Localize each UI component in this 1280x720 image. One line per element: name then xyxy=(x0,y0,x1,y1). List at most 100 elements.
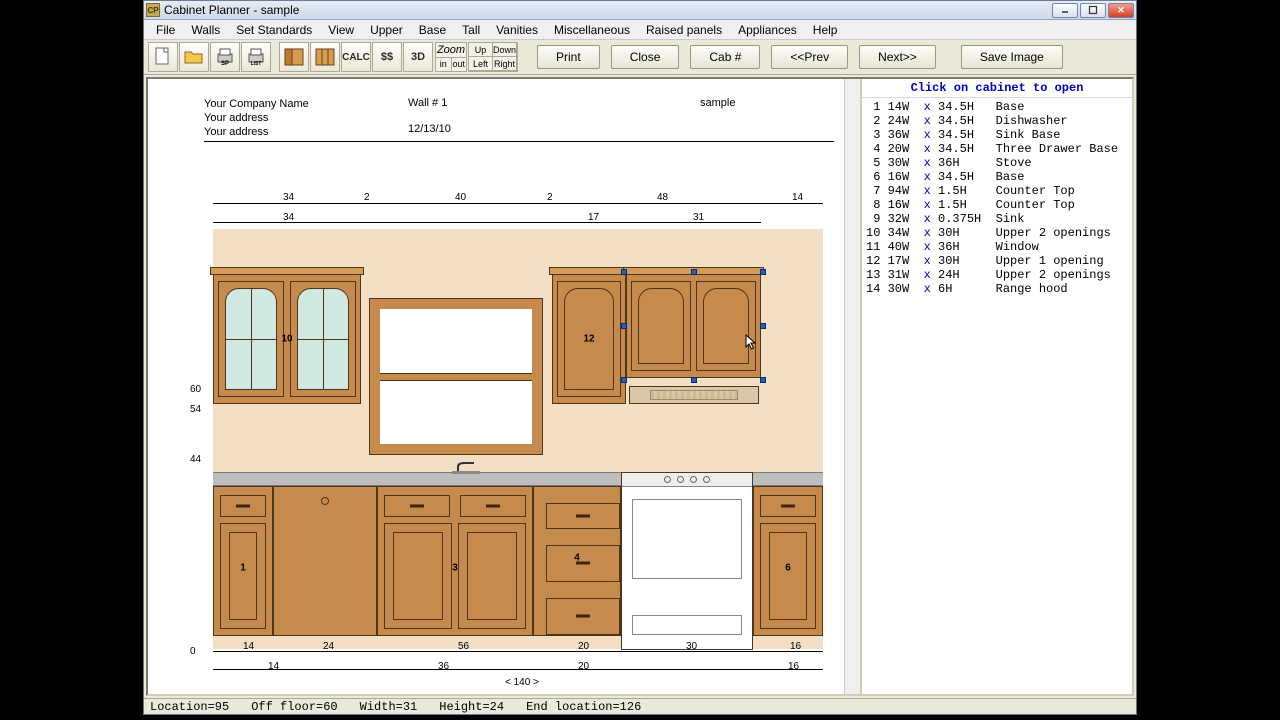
menu-base[interactable]: Base xyxy=(411,21,454,39)
new-doc-icon[interactable] xyxy=(148,42,178,72)
close-button[interactable]: ✕ xyxy=(1108,3,1134,18)
dim-line-bot1 xyxy=(213,651,823,652)
dimension-label: 40 xyxy=(455,192,466,203)
dimension-label: 54 xyxy=(190,404,201,415)
cabinet-1[interactable]: 1 xyxy=(213,486,273,636)
cabinet-6[interactable]: 6 xyxy=(753,486,823,636)
menu-vanities[interactable]: Vanities xyxy=(488,21,546,39)
dishwasher-knob-icon xyxy=(321,497,329,505)
base-row: 1 3 4 xyxy=(213,486,823,636)
crown-icon xyxy=(623,267,764,275)
prev-button[interactable]: <<Prev xyxy=(771,45,848,69)
canvas-scrollbar[interactable] xyxy=(844,79,860,694)
calc-button[interactable]: CALC xyxy=(341,42,371,72)
cabinet-4[interactable]: 4 xyxy=(533,486,621,636)
dimension-label: 36 xyxy=(438,661,449,672)
total-width: < 140 > xyxy=(505,677,539,688)
dimension-label: 44 xyxy=(190,454,201,465)
dimension-label: 20 xyxy=(578,641,589,652)
app-icon: CP xyxy=(146,3,160,17)
menu-bar: File Walls Set Standards View Upper Base… xyxy=(144,20,1136,40)
status-location: Location=95 xyxy=(150,700,229,714)
dimension-label: 14 xyxy=(792,192,803,203)
window-11[interactable] xyxy=(370,299,542,454)
header-block: Your Company Name Your address Your addr… xyxy=(204,97,309,139)
toolbar: SP LIST CALC $$ 3D Zoom inout UpDown Lef… xyxy=(144,40,1136,75)
menu-set-standards[interactable]: Set Standards xyxy=(228,21,320,39)
cabnum-button[interactable]: Cab # xyxy=(690,45,760,69)
header-sample: sample xyxy=(700,97,735,109)
print-sp-icon[interactable]: SP xyxy=(210,42,240,72)
menu-upper[interactable]: Upper xyxy=(362,21,411,39)
oven-door xyxy=(632,499,742,579)
dimension-label: 48 xyxy=(657,192,668,203)
dimension-label: 60 xyxy=(190,384,201,395)
maximize-button[interactable] xyxy=(1080,3,1106,18)
menu-help[interactable]: Help xyxy=(805,21,846,39)
sidebar-title: Click on cabinet to open xyxy=(862,79,1132,98)
print-button[interactable]: Print xyxy=(537,45,600,69)
layout1-icon[interactable] xyxy=(279,42,309,72)
dimension-label: 34 xyxy=(283,192,294,203)
cabinet-10[interactable]: 10 xyxy=(213,274,361,404)
menu-appliances[interactable]: Appliances xyxy=(730,21,805,39)
window-title: Cabinet Planner - sample xyxy=(164,3,1052,17)
app-window: CP Cabinet Planner - sample ✕ File Walls… xyxy=(143,0,1137,715)
pan-right[interactable]: Right xyxy=(492,56,517,71)
dimension-label: 2 xyxy=(364,192,370,203)
dim-line-bot2 xyxy=(213,669,823,670)
content-area: Your Company Name Your address Your addr… xyxy=(146,77,1134,696)
menu-view[interactable]: View xyxy=(320,21,362,39)
cabinet-13[interactable] xyxy=(626,274,761,378)
range-hood-14[interactable] xyxy=(629,386,759,404)
pan-left[interactable]: Left xyxy=(468,56,493,71)
cabinet-listing[interactable]: 1 14W x 34.5H Base 2 24W x 34.5H Dishwas… xyxy=(862,98,1132,694)
title-bar: CP Cabinet Planner - sample ✕ xyxy=(144,1,1136,20)
dimension-label: 24 xyxy=(323,641,334,652)
dimension-label: 0 xyxy=(190,646,196,657)
status-bar: Location=95 Off floor=60 Width=31 Height… xyxy=(144,698,1136,714)
zoom-out[interactable]: out xyxy=(452,58,467,72)
company-name: Your Company Name xyxy=(204,97,309,111)
threeD-button[interactable]: 3D xyxy=(403,42,433,72)
price-button[interactable]: $$ xyxy=(372,42,402,72)
open-icon[interactable] xyxy=(179,42,209,72)
faucet-icon xyxy=(448,459,488,475)
dimension-label: 34 xyxy=(283,212,294,223)
crown-icon xyxy=(210,267,364,275)
cabinet-12[interactable]: 12 xyxy=(552,274,626,404)
menu-tall[interactable]: Tall xyxy=(454,21,488,39)
dim-line-top1 xyxy=(213,203,823,204)
zoom-label: Zoom xyxy=(436,43,466,58)
svg-text:SP: SP xyxy=(221,61,229,66)
header-wall: Wall # 1 12/13/10 xyxy=(408,97,451,135)
stove-drawer xyxy=(632,615,742,635)
next-button[interactable]: Next>> xyxy=(859,45,936,69)
svg-text:LIST: LIST xyxy=(251,61,262,66)
pan-up[interactable]: Up xyxy=(468,42,493,57)
layout2-icon[interactable] xyxy=(310,42,340,72)
stove-5[interactable] xyxy=(621,472,753,650)
menu-walls[interactable]: Walls xyxy=(183,21,228,39)
close-doc-button[interactable]: Close xyxy=(611,45,680,69)
print-list-icon[interactable]: LIST xyxy=(241,42,271,72)
vent-icon xyxy=(650,390,738,400)
dimension-label: 30 xyxy=(686,641,697,652)
pan-down[interactable]: Down xyxy=(492,42,517,57)
drawing-canvas[interactable]: Your Company Name Your address Your addr… xyxy=(148,79,860,694)
zoom-in[interactable]: in xyxy=(436,58,452,72)
address-2: Your address xyxy=(204,125,309,139)
dimension-label: 14 xyxy=(243,641,254,652)
address-1: Your address xyxy=(204,111,309,125)
minimize-button[interactable] xyxy=(1052,3,1078,18)
dimension-label: 31 xyxy=(693,212,704,223)
menu-raised-panels[interactable]: Raised panels xyxy=(638,21,730,39)
save-image-button[interactable]: Save Image xyxy=(961,45,1063,69)
zoom-group: Zoom inout xyxy=(435,42,467,72)
cabinet-3[interactable]: 3 xyxy=(377,486,533,636)
menu-misc[interactable]: Miscellaneous xyxy=(546,21,638,39)
dimension-label: 14 xyxy=(268,661,279,672)
menu-file[interactable]: File xyxy=(148,21,183,39)
dimension-label: 16 xyxy=(790,641,801,652)
dishwasher-2[interactable] xyxy=(273,486,377,636)
